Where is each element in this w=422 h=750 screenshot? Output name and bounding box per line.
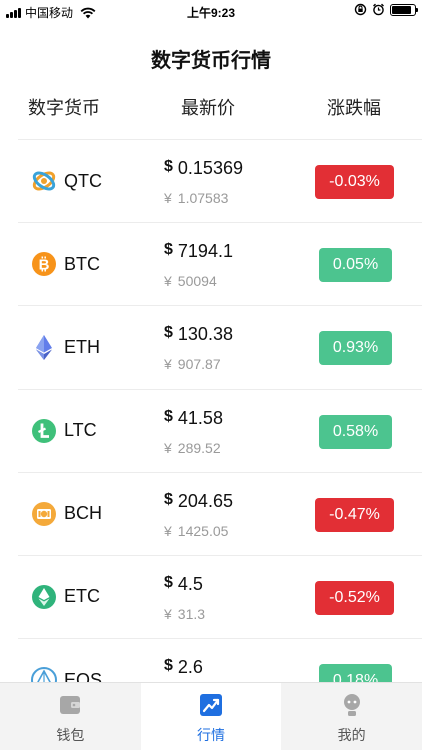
coin-cell: ETC	[30, 583, 100, 611]
status-right	[354, 3, 418, 16]
coin-symbol: ETC	[64, 586, 100, 607]
price-cny: ¥1425.05	[164, 523, 228, 539]
dollar-sign: $	[164, 490, 173, 508]
coin-row-eos[interactable]: EOS $2.6 0.18%	[18, 638, 422, 682]
coin-row-btc[interactable]: B BTC $7194.1 ¥50094 0.05%	[18, 222, 422, 305]
coin-list[interactable]: QTC $0.15369 ¥1.07583 -0.03% B BTC $7194…	[18, 139, 422, 682]
price-cny: ¥289.52	[164, 440, 221, 456]
page-title: 数字货币行情	[151, 50, 271, 72]
tab-label: 我的	[337, 727, 366, 743]
svg-text:B: B	[39, 257, 50, 274]
coin-cell: BCH	[30, 500, 102, 528]
tab-label: 钱包	[56, 727, 85, 743]
dollar-sign: $	[164, 407, 173, 425]
price-usd: $2.6	[164, 657, 203, 678]
price-usd-value: 204.65	[177, 490, 233, 511]
header-price: 最新价	[181, 98, 235, 118]
alarm-icon	[373, 3, 384, 16]
tab-bar: 钱包 行情 我的	[0, 682, 422, 750]
coin-symbol: QTC	[64, 170, 102, 191]
price-usd-value: 7194.1	[177, 241, 233, 262]
coin-cell: ETH	[30, 333, 100, 361]
price-usd: $0.15369	[164, 158, 243, 179]
change-badge: 0.05%	[319, 248, 392, 283]
price-cny: ¥50094	[164, 273, 217, 289]
yuan-sign: ¥	[164, 190, 172, 206]
dollar-sign: $	[164, 241, 173, 259]
wallet-icon	[60, 696, 81, 714]
yuan-sign: ¥	[164, 522, 172, 539]
price-cny: ¥1.07583	[164, 190, 228, 206]
status-bar: 中国移动 上午9:23	[0, 0, 422, 22]
price-cny: ¥907.87	[164, 356, 221, 372]
coin-symbol: BTC	[64, 253, 100, 274]
price-usd-value: 4.5	[177, 573, 203, 594]
coin-cell: EOS	[30, 666, 102, 682]
yuan-sign: ¥	[164, 605, 172, 622]
btc-icon: B	[32, 252, 56, 277]
battery-level	[392, 5, 411, 14]
coin-row-ltc[interactable]: LTC $41.58 ¥289.52 0.58%	[18, 388, 422, 472]
change-badge: -0.47%	[315, 497, 394, 532]
table-header: 数字货币 最新价 涨跌幅	[0, 92, 422, 122]
coin-symbol: BCH	[64, 503, 103, 524]
header-change: 涨跌幅	[327, 98, 381, 118]
price-usd: $204.65	[164, 491, 233, 512]
chart-icon	[200, 694, 222, 716]
bch-icon	[32, 501, 56, 526]
coin-cell: LTC	[30, 417, 97, 445]
change-badge: 0.18%	[319, 664, 392, 682]
battery-icon	[390, 3, 418, 16]
header-coin: 数字货币	[28, 98, 100, 118]
price-cny: ¥31.3	[164, 606, 205, 622]
price-usd: $7194.1	[164, 241, 233, 262]
dollar-sign: $	[164, 324, 173, 342]
change-badge: -0.03%	[315, 165, 394, 199]
coin-cell: QTC	[30, 167, 102, 195]
price-usd: $4.5	[164, 574, 203, 595]
dollar-sign: $	[164, 573, 173, 591]
tab-profile[interactable]: 我的	[281, 683, 422, 750]
rotation-lock-icon	[354, 3, 367, 16]
dollar-sign: $	[164, 158, 173, 175]
tab-label: 行情	[197, 727, 225, 743]
coin-row-qtc[interactable]: QTC $0.15369 ¥1.07583 -0.03%	[18, 139, 422, 222]
price-usd-value: 2.6	[177, 657, 203, 678]
price-cny-value: 289.52	[177, 439, 221, 456]
yuan-sign: ¥	[164, 439, 172, 456]
change-badge: 0.58%	[319, 414, 392, 449]
price-usd: $130.38	[164, 324, 233, 345]
qtc-icon	[32, 171, 56, 191]
price-cny-value: 31.3	[177, 605, 206, 622]
price-cny-value: 50094	[177, 273, 217, 290]
etc-icon	[32, 584, 56, 609]
price-cny-value: 1425.05	[177, 522, 229, 539]
price-usd-value: 41.58	[177, 407, 223, 428]
price-usd: $41.58	[164, 408, 223, 429]
price-cny-value: 907.87	[177, 356, 221, 373]
dollar-sign: $	[164, 657, 173, 675]
coin-symbol: EOS	[64, 669, 103, 682]
tab-market[interactable]: 行情	[140, 683, 282, 750]
yuan-sign: ¥	[164, 356, 172, 373]
yuan-sign: ¥	[164, 273, 172, 290]
profile-icon	[343, 694, 360, 716]
eth-icon	[36, 335, 52, 361]
price-usd-value: 130.38	[177, 324, 233, 345]
eos-icon	[31, 667, 57, 682]
price-cny-value: 1.07583	[177, 190, 229, 206]
price-usd-value: 0.15369	[177, 158, 243, 178]
coin-symbol: ETH	[64, 336, 100, 357]
change-badge: 0.93%	[319, 331, 392, 366]
coin-row-etc[interactable]: ETC $4.5 ¥31.3 -0.52%	[18, 554, 422, 638]
tab-wallet[interactable]: 钱包	[0, 683, 141, 750]
coin-row-bch[interactable]: BCH $204.65 ¥1425.05 -0.47%	[18, 471, 422, 555]
coin-cell: B BTC	[30, 250, 100, 278]
coin-symbol: LTC	[64, 420, 97, 441]
ltc-icon	[32, 418, 56, 443]
change-badge: -0.52%	[315, 580, 394, 615]
coin-row-eth[interactable]: ETH $130.38 ¥907.87 0.93%	[18, 305, 422, 388]
